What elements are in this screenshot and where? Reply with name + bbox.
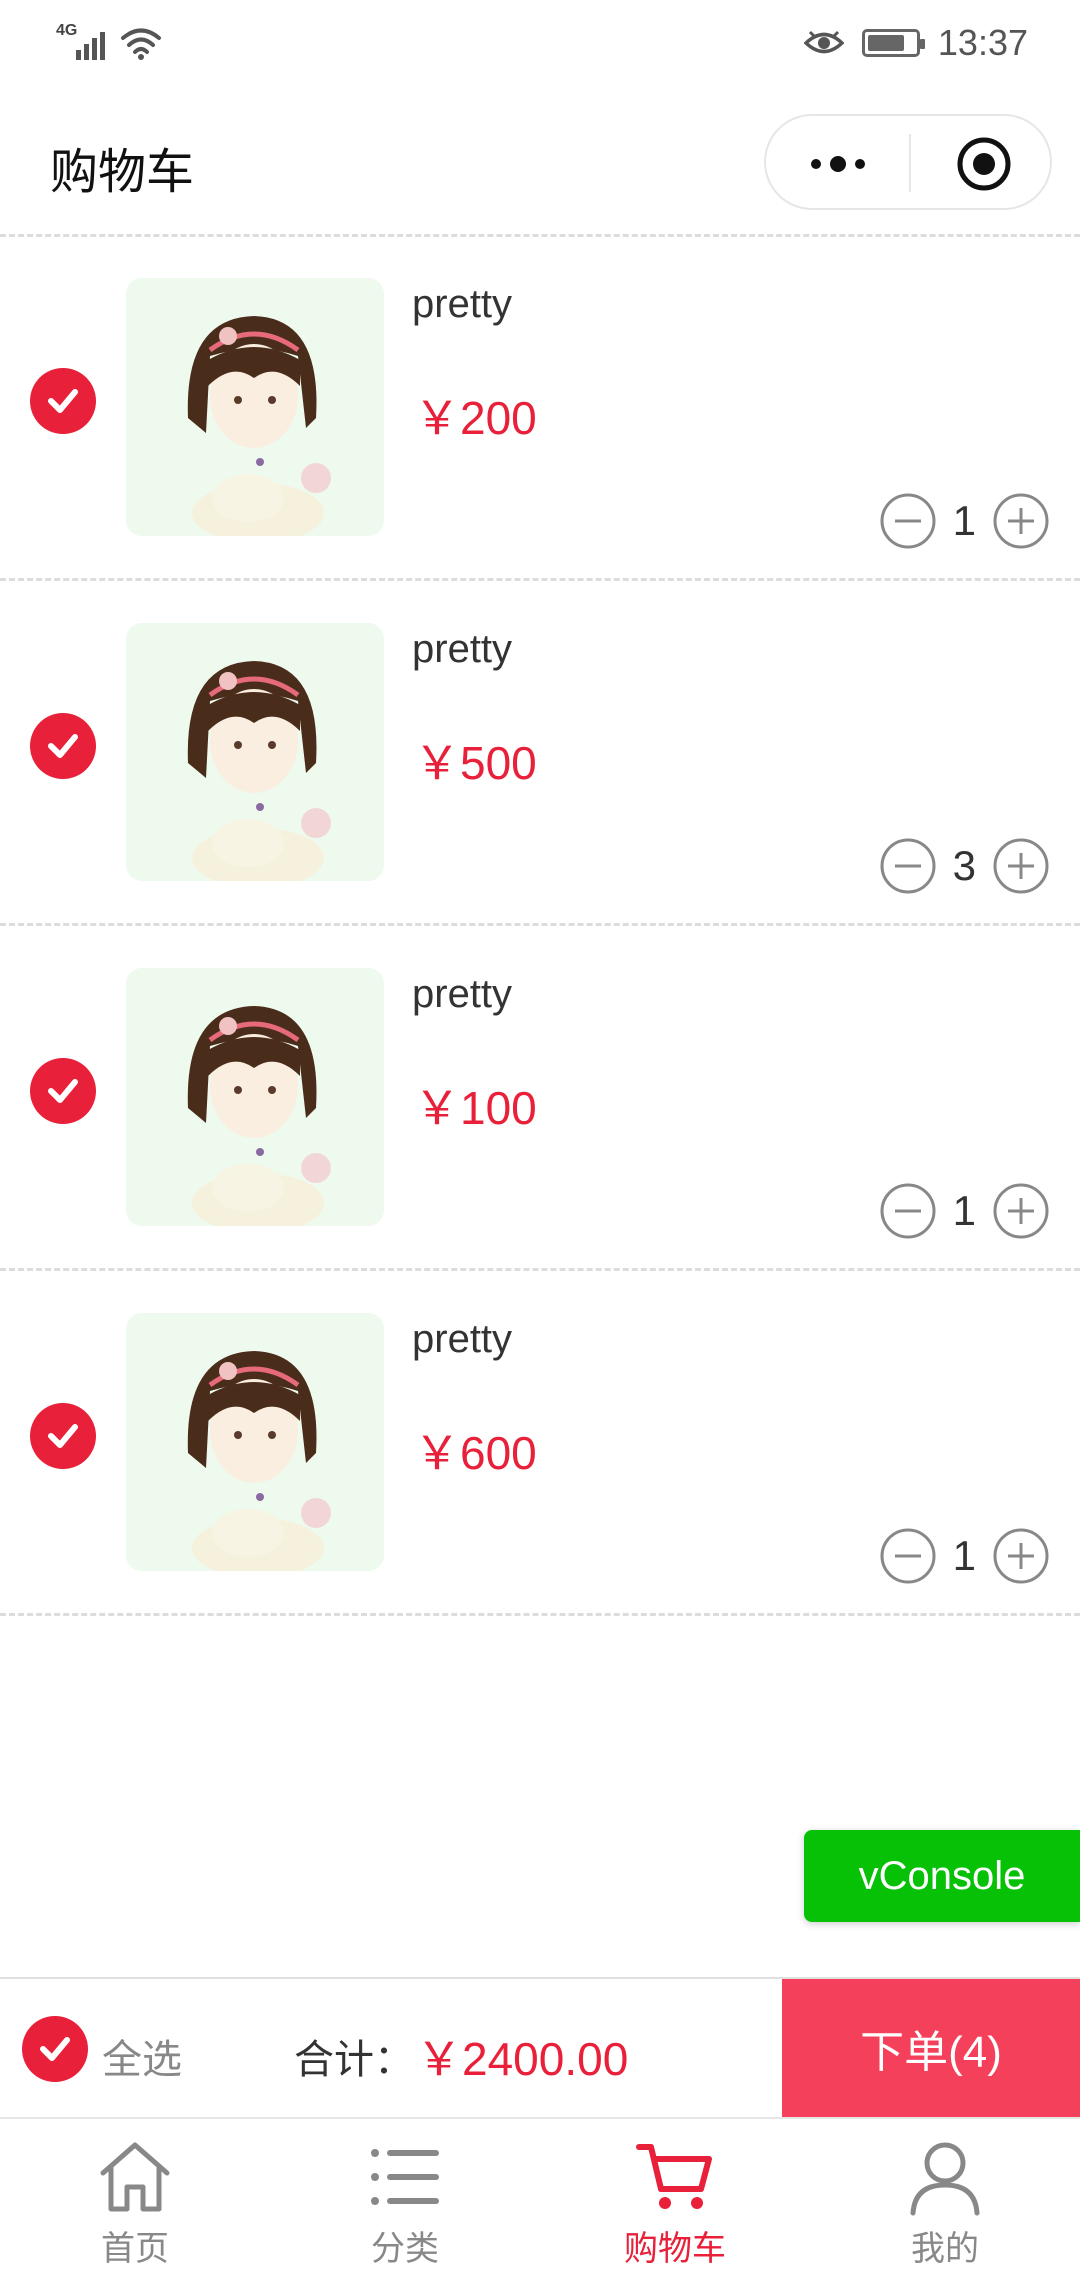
- miniprogram-capsule: [764, 114, 1052, 210]
- item-checkbox[interactable]: [30, 713, 96, 779]
- select-all-checkbox[interactable]: [22, 2016, 88, 2082]
- check-icon: [48, 1424, 78, 1448]
- product-name[interactable]: pretty: [412, 972, 512, 1017]
- vconsole-button[interactable]: vConsole: [804, 1830, 1080, 1922]
- product-image[interactable]: [126, 968, 384, 1226]
- girl-avatar-image: [126, 623, 384, 881]
- product-price: ￥600: [414, 1427, 537, 1479]
- check-icon: [48, 389, 78, 413]
- eye-icon: [803, 30, 844, 54]
- total-label: 合计：: [294, 2038, 414, 2082]
- quantity-value: 3: [952, 842, 976, 889]
- quantity-stepper: 1: [879, 492, 1050, 550]
- battery-icon: [861, 29, 925, 57]
- tab-category[interactable]: 分类: [270, 2119, 540, 2280]
- cart-item: pretty ￥200 1: [0, 236, 1080, 581]
- product-price: ￥200: [414, 392, 537, 444]
- place-order-button[interactable]: 下单(4): [782, 1979, 1080, 2117]
- product-image[interactable]: [126, 278, 384, 536]
- cart-item: pretty ￥500 3: [0, 581, 1080, 926]
- item-checkbox[interactable]: [30, 368, 96, 434]
- product-image[interactable]: [126, 1313, 384, 1571]
- plus-icon[interactable]: [992, 1182, 1050, 1240]
- screen: 4G 13:37 购物车 pretty ￥200 1 pretty ￥500 3…: [0, 0, 1080, 2280]
- product-name[interactable]: pretty: [412, 1317, 512, 1362]
- home-icon: [100, 2142, 170, 2212]
- item-checkbox[interactable]: [30, 1058, 96, 1124]
- checkout-bar: 全选 合计： ￥2400.00 下单(4): [0, 1977, 1080, 2117]
- list-icon: [371, 2149, 439, 2205]
- status-right: 13:37: [803, 22, 1028, 64]
- cart-item: pretty ￥100 1: [0, 926, 1080, 1271]
- tab-label-home: 首页: [101, 2230, 169, 2268]
- product-price: ￥500: [414, 737, 537, 789]
- plus-icon[interactable]: [992, 1527, 1050, 1585]
- product-name[interactable]: pretty: [412, 627, 512, 672]
- quantity-value: 1: [952, 1532, 976, 1579]
- quantity-value: 1: [952, 1187, 976, 1234]
- plus-icon[interactable]: [992, 492, 1050, 550]
- check-icon: [48, 1079, 78, 1103]
- signal-icon: [76, 32, 105, 60]
- cart-item: pretty ￥600 1: [0, 1271, 1080, 1616]
- product-image[interactable]: [126, 623, 384, 881]
- battery-level: [867, 35, 904, 51]
- minus-icon[interactable]: [879, 1182, 937, 1240]
- quantity-stepper: 1: [879, 1182, 1050, 1240]
- tab-bar: 首页 分类 购物车 我的: [0, 2117, 1080, 2280]
- minus-icon[interactable]: [879, 492, 937, 550]
- tab-home[interactable]: 首页: [0, 2119, 270, 2280]
- quantity-stepper: 1: [879, 1527, 1050, 1585]
- quantity-stepper: 3: [879, 837, 1050, 895]
- total-value: ￥2400.00: [416, 2033, 629, 2085]
- wifi-icon: [121, 28, 161, 60]
- quantity-value: 1: [952, 497, 976, 544]
- girl-avatar-image: [126, 968, 384, 1226]
- check-icon: [40, 2037, 70, 2061]
- status-time: 13:37: [937, 22, 1028, 63]
- close-miniprogram-icon[interactable]: [956, 136, 1012, 192]
- product-name[interactable]: pretty: [412, 282, 512, 327]
- nav-bar: 购物车: [0, 92, 1080, 234]
- minus-icon[interactable]: [879, 1527, 937, 1585]
- girl-avatar-image: [126, 1313, 384, 1571]
- tab-label-cart: 购物车: [624, 2230, 726, 2268]
- plus-icon[interactable]: [992, 837, 1050, 895]
- capsule-divider: [909, 134, 911, 192]
- item-checkbox[interactable]: [30, 1403, 96, 1469]
- product-price: ￥100: [414, 1082, 537, 1134]
- check-icon: [48, 734, 78, 758]
- user-icon: [910, 2142, 980, 2216]
- network-label: 4G: [56, 22, 78, 39]
- cart-icon: [636, 2144, 712, 2209]
- status-bar: 4G 13:37: [0, 0, 1080, 92]
- tab-cart[interactable]: 购物车: [540, 2119, 810, 2280]
- cart-list: pretty ￥200 1 pretty ￥500 3 pretty ￥100 …: [0, 236, 1080, 1616]
- select-all-label[interactable]: 全选: [102, 2027, 182, 2085]
- page-title: 购物车: [50, 146, 195, 199]
- tab-label-profile: 我的: [911, 2230, 979, 2268]
- more-icon[interactable]: [806, 144, 870, 184]
- minus-icon[interactable]: [879, 837, 937, 895]
- tab-label-category: 分类: [371, 2230, 439, 2268]
- tab-profile[interactable]: 我的: [810, 2119, 1080, 2280]
- girl-avatar-image: [126, 278, 384, 536]
